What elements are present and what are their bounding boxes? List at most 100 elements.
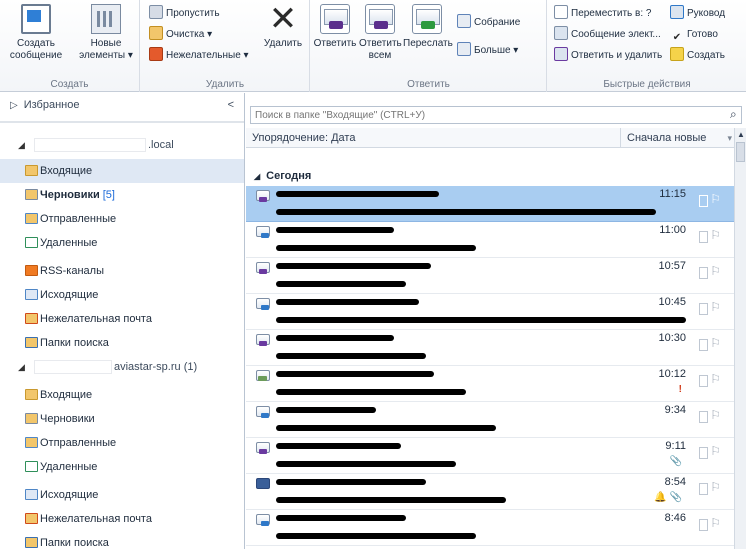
folder-pane: ▷ Избранное < ◢ .local Входящие Черновики… bbox=[0, 93, 245, 549]
flag-icon[interactable]: ⚐ bbox=[710, 336, 721, 350]
scrollbar-thumb[interactable] bbox=[736, 142, 745, 162]
folder-rss[interactable]: RSS-каналы bbox=[0, 259, 244, 283]
reply-icon bbox=[320, 4, 350, 34]
flag-icon[interactable]: ⚐ bbox=[710, 192, 721, 206]
flag-icon[interactable]: ⚐ bbox=[710, 516, 721, 530]
folder-sent[interactable]: Отправленные bbox=[0, 431, 244, 455]
junk-label: Нежелательные ▾ bbox=[166, 50, 249, 61]
trash-icon bbox=[25, 237, 38, 248]
done-quickstep[interactable]: ✔ Готово bbox=[670, 26, 718, 44]
folder-deleted[interactable]: Удаленные bbox=[0, 455, 244, 479]
category-icon[interactable] bbox=[699, 411, 708, 423]
ignore-button[interactable]: Пропустить bbox=[149, 5, 220, 23]
folder-outbox[interactable]: Исходящие bbox=[0, 483, 244, 507]
create-new-quickstep[interactable]: Создать bbox=[670, 47, 725, 65]
inbox-icon bbox=[25, 165, 38, 176]
flag-icon[interactable]: ⚐ bbox=[710, 444, 721, 458]
forward-button[interactable]: Переслать bbox=[403, 4, 453, 50]
category-icon[interactable] bbox=[699, 447, 708, 459]
vertical-scrollbar[interactable]: ▲ bbox=[734, 128, 746, 549]
new-items-button[interactable]: Новые элементы ▾ bbox=[74, 4, 138, 62]
reply-button[interactable]: Ответить bbox=[313, 4, 357, 50]
flag-icon[interactable]: ⚐ bbox=[710, 480, 721, 494]
redacted-subject bbox=[276, 533, 476, 539]
envelope-icon bbox=[256, 226, 270, 238]
message-row[interactable]: 11:15 ⚐ bbox=[246, 186, 734, 222]
to-manager-label: Руковод bbox=[687, 8, 726, 19]
folder-outbox[interactable]: Исходящие bbox=[0, 283, 244, 307]
ribbon-group-quick-steps: Переместить в: ? Сообщение элект... Отве… bbox=[548, 0, 746, 92]
clean-up-button[interactable]: Очистка ▾ bbox=[149, 26, 212, 44]
envelope-icon bbox=[256, 334, 270, 346]
reply-all-button[interactable]: Ответить всем bbox=[359, 4, 402, 62]
category-icon[interactable] bbox=[699, 519, 708, 531]
folder-label: Нежелательная почта bbox=[40, 513, 152, 525]
category-icon[interactable] bbox=[699, 375, 708, 387]
outbox-icon bbox=[25, 289, 38, 300]
to-manager-quickstep[interactable]: Руковод bbox=[670, 5, 725, 23]
message-row[interactable]: 9:34 ⚐ bbox=[246, 402, 734, 438]
category-icon[interactable] bbox=[699, 339, 708, 351]
email-team-quickstep[interactable]: Сообщение элект... bbox=[554, 26, 661, 44]
forward-icon bbox=[412, 4, 442, 34]
folder-search[interactable]: Папки поиска bbox=[0, 531, 244, 549]
email-team-icon bbox=[554, 26, 568, 40]
new-items-icon bbox=[91, 4, 121, 34]
delete-button[interactable]: ✕ Удалить bbox=[259, 2, 307, 50]
more-button[interactable]: Больше ▾ bbox=[457, 42, 518, 60]
folder-inbox[interactable]: Входящие bbox=[0, 383, 244, 407]
flag-icon[interactable]: ⚐ bbox=[710, 372, 721, 386]
account-header[interactable]: ◢ .local bbox=[0, 133, 244, 157]
category-icon[interactable] bbox=[699, 483, 708, 495]
folder-drafts[interactable]: Черновики [5] bbox=[0, 183, 244, 207]
group-label-reply: Ответить bbox=[407, 79, 450, 90]
sort-by-button[interactable]: Упорядочение: Дата bbox=[252, 128, 355, 148]
meeting-button[interactable]: Собрание bbox=[457, 14, 520, 32]
folder-junk[interactable]: Нежелательная почта bbox=[0, 307, 244, 331]
message-row[interactable]: 10:45 ⚐ bbox=[246, 294, 734, 330]
message-row[interactable]: 10:12! ⚐ bbox=[246, 366, 734, 402]
flag-icon[interactable]: ⚐ bbox=[710, 300, 721, 314]
message-row[interactable]: 8:46 ⚐ bbox=[246, 510, 734, 546]
reply-delete-quickstep[interactable]: Ответить и удалить bbox=[554, 47, 662, 65]
reply-delete-label: Ответить и удалить bbox=[571, 50, 663, 61]
folder-drafts[interactable]: Черновики bbox=[0, 407, 244, 431]
category-icon[interactable] bbox=[699, 195, 708, 207]
folder-inbox[interactable]: Входящие bbox=[0, 159, 244, 183]
folder-label: Входящие bbox=[40, 389, 93, 401]
envelope-icon bbox=[256, 298, 270, 310]
folder-label: Входящие bbox=[40, 165, 93, 177]
flag-icon[interactable]: ⚐ bbox=[710, 408, 721, 422]
folder-search[interactable]: Папки поиска bbox=[0, 331, 244, 355]
new-message-button[interactable]: Создать сообщение bbox=[4, 4, 68, 62]
scroll-up-icon[interactable]: ▲ bbox=[737, 130, 745, 139]
search-input[interactable] bbox=[250, 106, 742, 124]
move-to-quickstep[interactable]: Переместить в: ? bbox=[554, 5, 651, 23]
category-icon[interactable] bbox=[699, 303, 708, 315]
delete-label: Удалить bbox=[263, 38, 303, 49]
inbox-icon bbox=[25, 389, 38, 400]
message-row[interactable]: 11:00 ⚐ bbox=[246, 222, 734, 258]
message-row[interactable]: 9:11 📎 ⚐ bbox=[246, 438, 734, 474]
search-icon[interactable]: ⌕ bbox=[730, 107, 744, 121]
folder-junk[interactable]: Нежелательная почта bbox=[0, 507, 244, 531]
folder-label: Удаленные bbox=[40, 237, 98, 249]
flag-icon[interactable]: ⚐ bbox=[710, 264, 721, 278]
folder-deleted[interactable]: Удаленные bbox=[0, 231, 244, 255]
category-icon[interactable] bbox=[699, 231, 708, 243]
flag-icon[interactable]: ⚐ bbox=[710, 228, 721, 242]
sort-order-button[interactable]: Сначала новые ▾ bbox=[620, 128, 734, 148]
category-icon[interactable] bbox=[699, 267, 708, 279]
message-row[interactable]: 8:54 🔔 📎 ⚐ bbox=[246, 474, 734, 510]
message-row[interactable]: 10:30 ⚐ bbox=[246, 330, 734, 366]
group-header-today[interactable]: ◢ Сегодня bbox=[254, 170, 311, 182]
account-header[interactable]: ◢ aviastar-sp.ru (1) bbox=[0, 355, 244, 379]
folder-sent[interactable]: Отправленные bbox=[0, 207, 244, 231]
message-row[interactable]: 10:57 ⚐ bbox=[246, 258, 734, 294]
redacted-subject bbox=[276, 245, 476, 251]
message-time: 8:54 bbox=[664, 476, 686, 488]
redacted-account bbox=[34, 138, 146, 152]
favorites-header[interactable]: ▷ Избранное bbox=[0, 93, 244, 117]
junk-button[interactable]: Нежелательные ▾ bbox=[149, 47, 249, 65]
collapse-pane-button[interactable]: < bbox=[228, 93, 234, 117]
